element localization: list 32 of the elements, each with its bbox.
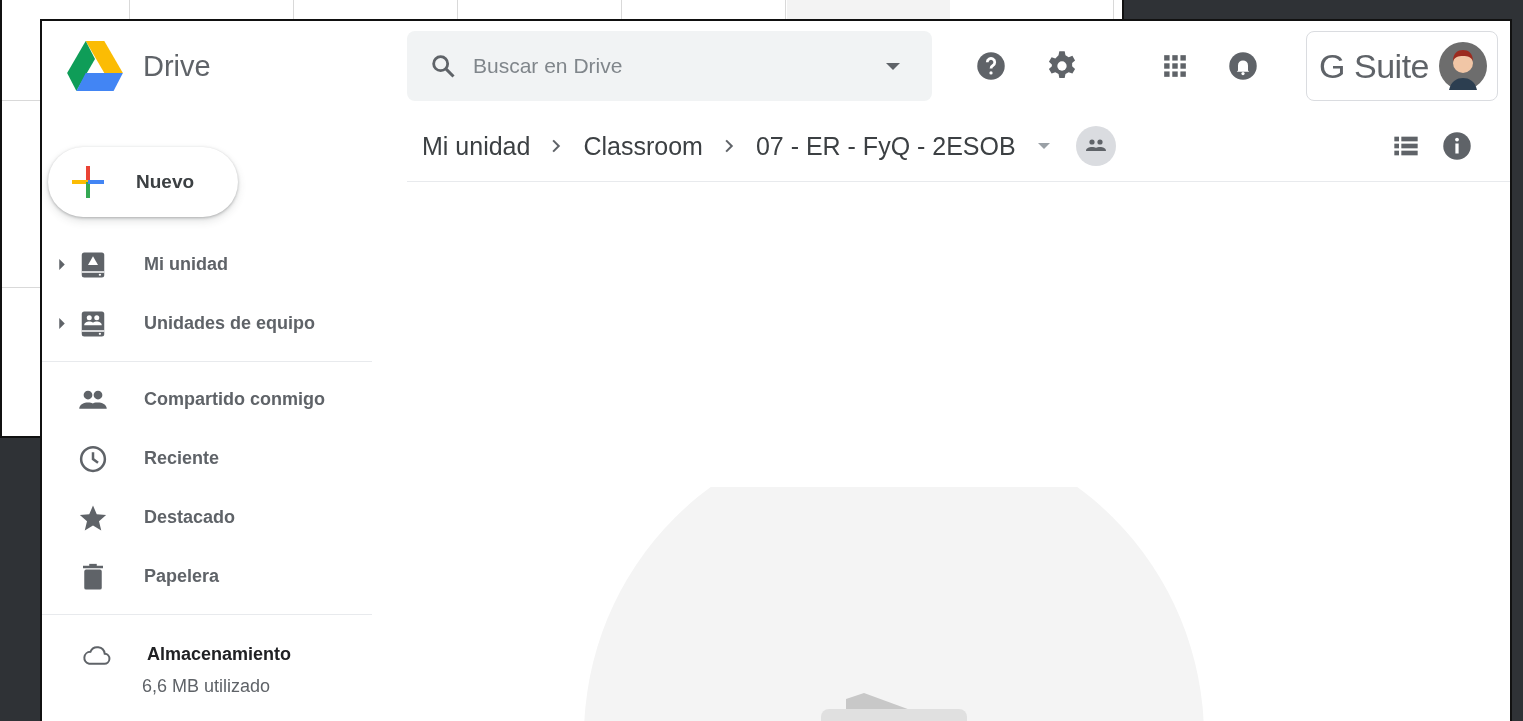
help-icon[interactable] [976, 51, 1006, 81]
breadcrumb-item[interactable]: Classroom [583, 131, 703, 161]
sidebar-item[interactable]: Unidades de equipo [42, 294, 372, 353]
search-icon [429, 52, 457, 80]
notification-bell-icon[interactable] [1228, 51, 1258, 81]
avatar-icon [1439, 42, 1487, 90]
chevron-right-icon [724, 139, 734, 153]
sidebar-item[interactable]: Mi unidad [42, 235, 372, 294]
expand-arrow-icon[interactable] [59, 318, 65, 329]
new-button[interactable]: Nuevo [48, 147, 239, 217]
info-icon[interactable] [1442, 131, 1472, 161]
sidebar-item[interactable]: Compartido conmigo [42, 370, 372, 429]
search-field[interactable]: Buscar en Drive [471, 53, 872, 79]
dropdown-caret-icon[interactable] [886, 62, 900, 70]
sidebar-item[interactable]: Papelera [42, 547, 372, 606]
chevron-right-icon [552, 139, 562, 153]
dropdown-caret-icon[interactable] [1037, 143, 1050, 149]
expand-arrow-icon[interactable] [59, 259, 65, 270]
storage-usage: 6,6 MB utilizado [142, 676, 272, 697]
plus-icon [70, 164, 106, 200]
clock-icon [78, 443, 108, 474]
sidebar-item[interactable]: Destacado [42, 488, 372, 547]
app-name: Drive [143, 49, 211, 83]
search-bar[interactable]: Buscar en Drive [407, 31, 932, 101]
storage-label[interactable]: Almacenamiento [147, 644, 292, 665]
account-switcher[interactable]: G Suite [1306, 31, 1498, 101]
apps-grid-icon[interactable] [1162, 53, 1188, 79]
breadcrumb-item[interactable]: 07 - ER - FyQ - 2ESOB [755, 131, 1016, 161]
breadcrumb-item[interactable]: Mi unidad [422, 131, 531, 161]
sidebar-item[interactable]: Reciente [42, 429, 372, 488]
shared-people-icon [1075, 126, 1116, 166]
drive-logo-icon [67, 41, 123, 91]
